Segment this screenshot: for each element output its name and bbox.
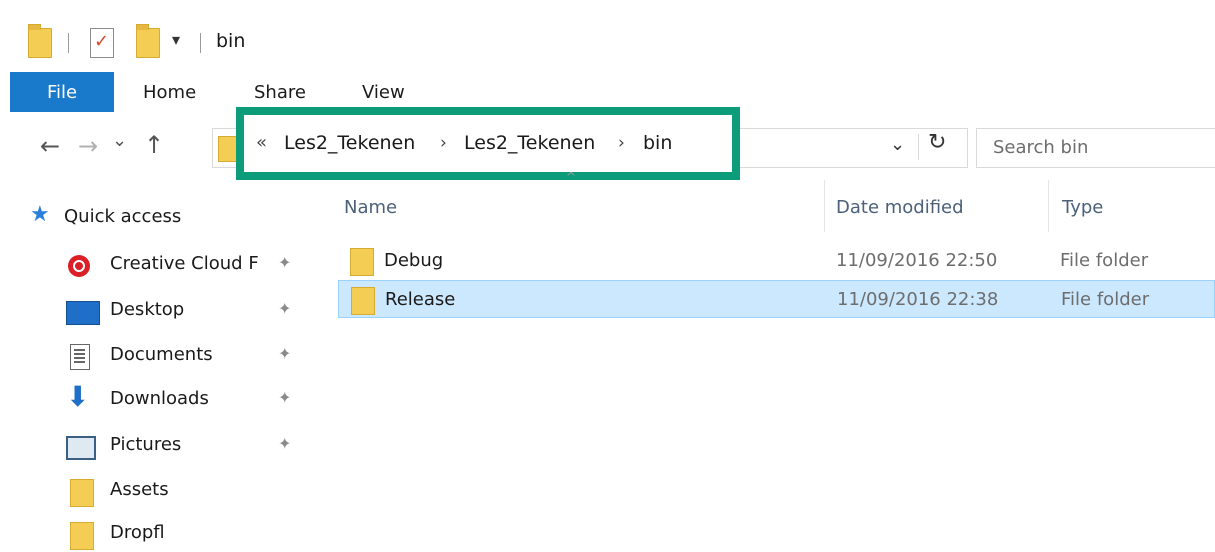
desktop-icon bbox=[66, 301, 100, 325]
pin-icon[interactable]: ✦ bbox=[278, 344, 291, 363]
toolbar-divider bbox=[200, 33, 201, 53]
file-type: File folder bbox=[1060, 250, 1149, 271]
sidebar-item-dropfl[interactable]: Dropfl bbox=[62, 516, 312, 552]
toolbar-divider bbox=[68, 33, 69, 53]
column-header-date-modified[interactable]: Date modified bbox=[836, 197, 964, 218]
sidebar-item-quick-access[interactable]: ★ Quick access bbox=[30, 200, 280, 236]
creative-cloud-icon bbox=[68, 255, 90, 277]
address-history-chevron-icon[interactable]: ⌄ bbox=[890, 136, 905, 154]
file-type: File folder bbox=[1061, 289, 1150, 310]
new-folder-icon[interactable] bbox=[136, 24, 160, 58]
file-name: Debug bbox=[384, 250, 444, 271]
pictures-icon bbox=[66, 436, 96, 460]
search-input[interactable]: Search bin bbox=[976, 128, 1215, 168]
sidebar-item-assets[interactable]: Assets bbox=[62, 473, 312, 509]
file-date-modified: 11/09/2016 22:50 bbox=[836, 250, 998, 271]
back-arrow-icon[interactable]: ← bbox=[40, 134, 60, 158]
pin-icon[interactable]: ✦ bbox=[278, 253, 291, 272]
folder-icon bbox=[350, 248, 374, 276]
download-icon: ⬇ bbox=[66, 380, 90, 413]
sidebar-item-label: Assets bbox=[110, 479, 169, 500]
folder-icon bbox=[70, 479, 94, 507]
tab-view[interactable]: View bbox=[362, 82, 405, 103]
address-divider bbox=[918, 134, 919, 160]
folder-icon[interactable] bbox=[28, 24, 52, 58]
window-title: bin bbox=[216, 30, 246, 52]
sidebar-item-label: Dropfl bbox=[110, 522, 165, 543]
forward-arrow-icon[interactable]: → bbox=[78, 134, 98, 158]
column-header-type[interactable]: Type bbox=[1062, 197, 1103, 218]
refresh-icon[interactable]: ↻ bbox=[928, 132, 946, 154]
sidebar-item-documents[interactable]: Documents ✦ bbox=[62, 338, 312, 374]
pin-icon[interactable]: ✦ bbox=[278, 388, 291, 407]
tab-file[interactable]: File bbox=[10, 72, 114, 112]
sidebar-item-label: Quick access bbox=[64, 206, 182, 227]
title-bar: ▾ bin bbox=[0, 0, 1215, 72]
sidebar-item-downloads[interactable]: ⬇ Downloads ✦ bbox=[62, 380, 312, 418]
breadcrumb-item[interactable]: bin bbox=[643, 132, 672, 154]
folder-icon bbox=[351, 287, 375, 315]
sidebar-item-pictures[interactable]: Pictures ✦ bbox=[62, 428, 312, 464]
sidebar-item-desktop[interactable]: Desktop ✦ bbox=[62, 293, 312, 329]
file-row[interactable]: Release 11/09/2016 22:38 File folder bbox=[338, 280, 1215, 318]
navigation-pane: ★ Quick access Creative Cloud F ✦ Deskto… bbox=[0, 180, 316, 550]
properties-icon[interactable] bbox=[90, 28, 114, 58]
pin-icon[interactable]: ✦ bbox=[278, 434, 291, 453]
column-divider[interactable] bbox=[824, 180, 825, 232]
sidebar-item-label: Downloads bbox=[110, 388, 209, 409]
file-row[interactable]: Debug 11/09/2016 22:50 File folder bbox=[338, 242, 1215, 280]
sidebar-item-creative-cloud[interactable]: Creative Cloud F ✦ bbox=[62, 247, 312, 283]
star-icon: ★ bbox=[30, 202, 50, 227]
recent-locations-chevron-icon[interactable]: ⌄ bbox=[112, 132, 127, 150]
file-list: Debug 11/09/2016 22:50 File folder Relea… bbox=[316, 232, 1215, 531]
sidebar-item-label: Pictures bbox=[110, 434, 182, 455]
sort-caret-icon: ^ bbox=[566, 170, 577, 184]
sidebar-item-label: Creative Cloud F bbox=[110, 253, 259, 274]
breadcrumb-separator-icon[interactable]: › bbox=[618, 133, 625, 153]
file-name: Release bbox=[385, 289, 456, 310]
pin-icon[interactable]: ✦ bbox=[278, 299, 291, 318]
breadcrumb-separator-icon[interactable]: › bbox=[440, 133, 447, 153]
tab-home[interactable]: Home bbox=[143, 82, 196, 103]
search-placeholder: Search bin bbox=[993, 137, 1089, 158]
sidebar-item-label: Documents bbox=[110, 344, 213, 365]
sidebar-item-label: Desktop bbox=[110, 299, 185, 320]
up-arrow-icon[interactable]: ↑ bbox=[144, 133, 164, 157]
file-date-modified: 11/09/2016 22:38 bbox=[837, 289, 999, 310]
breadcrumb-item[interactable]: Les2_Tekenen bbox=[464, 132, 595, 154]
breadcrumb-overflow-icon[interactable]: « bbox=[256, 132, 267, 153]
breadcrumb-item[interactable]: Les2_Tekenen bbox=[284, 132, 415, 154]
documents-icon bbox=[70, 344, 90, 370]
customize-dropdown-icon[interactable]: ▾ bbox=[172, 30, 180, 49]
column-divider[interactable] bbox=[1048, 180, 1049, 232]
tab-share[interactable]: Share bbox=[254, 82, 306, 103]
column-header-name[interactable]: Name bbox=[344, 197, 397, 218]
folder-icon bbox=[70, 522, 94, 550]
